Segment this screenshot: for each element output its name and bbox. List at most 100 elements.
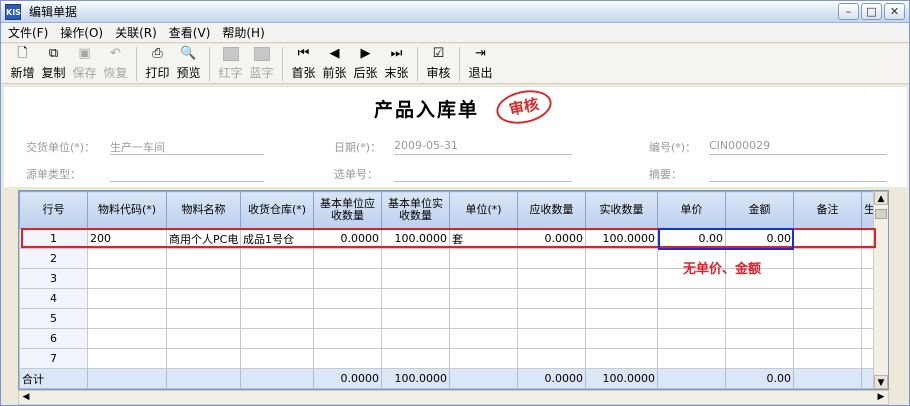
table-row[interactable]: 6 bbox=[19, 328, 875, 349]
audit-button[interactable]: ☑ 审核 bbox=[423, 44, 454, 82]
table-cell[interactable] bbox=[166, 368, 241, 389]
table-cell[interactable]: 0.00 bbox=[725, 228, 794, 249]
table-cell[interactable] bbox=[87, 248, 167, 269]
maximize-icon[interactable]: □ bbox=[861, 3, 882, 20]
scroll-up-icon[interactable]: ▲ bbox=[874, 191, 888, 205]
last-record-button[interactable]: ⏭ 末张 bbox=[381, 44, 412, 82]
minimize-icon[interactable]: – bbox=[838, 3, 859, 20]
table-cell[interactable] bbox=[166, 248, 241, 269]
table-cell[interactable]: 0.00 bbox=[657, 228, 726, 249]
vertical-scrollbar[interactable]: ▲ ▼ bbox=[873, 191, 888, 389]
table-cell[interactable] bbox=[517, 348, 586, 369]
table-cell[interactable] bbox=[657, 328, 726, 349]
horizontal-scrollbar[interactable]: ◀ ▶ bbox=[18, 390, 889, 405]
table-cell[interactable] bbox=[725, 288, 794, 309]
preview-button[interactable]: 🔍 预览 bbox=[173, 44, 204, 82]
column-header[interactable]: 物料代码(*) bbox=[87, 191, 167, 229]
table-cell[interactable] bbox=[449, 288, 518, 309]
first-record-button[interactable]: ⏮ 首张 bbox=[288, 44, 319, 82]
table-cell[interactable] bbox=[87, 348, 167, 369]
column-header[interactable]: 单价 bbox=[657, 191, 726, 229]
table-cell[interactable] bbox=[725, 328, 794, 349]
table-cell[interactable] bbox=[449, 308, 518, 329]
table-cell[interactable] bbox=[240, 368, 314, 389]
summary-input[interactable] bbox=[709, 181, 887, 182]
table-cell[interactable]: 0.0000 bbox=[313, 368, 382, 389]
number-value[interactable]: CIN000029 bbox=[709, 139, 770, 152]
total-row[interactable]: 合计 0.0000 100.0000 0.0000 100.0000 0.00 bbox=[19, 368, 875, 389]
table-cell[interactable] bbox=[313, 288, 382, 309]
table-cell[interactable]: 成品1号仓 bbox=[240, 228, 314, 249]
table-cell[interactable] bbox=[657, 288, 726, 309]
table-cell[interactable] bbox=[793, 328, 862, 349]
table-cell[interactable] bbox=[240, 288, 314, 309]
column-header[interactable]: 应收数量 bbox=[517, 191, 586, 229]
table-cell[interactable] bbox=[240, 328, 314, 349]
table-cell[interactable] bbox=[517, 308, 586, 329]
table-row[interactable]: 4 bbox=[19, 288, 875, 309]
table-cell[interactable] bbox=[381, 248, 450, 269]
select-number-input[interactable] bbox=[394, 181, 572, 182]
table-cell[interactable] bbox=[517, 248, 586, 269]
table-cell[interactable] bbox=[240, 268, 314, 289]
table-cell[interactable] bbox=[585, 288, 658, 309]
table-cell[interactable] bbox=[87, 368, 167, 389]
table-cell[interactable] bbox=[517, 288, 586, 309]
new-button[interactable]: 🗋 新增 bbox=[7, 44, 38, 82]
table-cell[interactable] bbox=[381, 288, 450, 309]
table-row[interactable]: 5 bbox=[19, 308, 875, 329]
table-cell[interactable] bbox=[240, 348, 314, 369]
table-cell[interactable] bbox=[793, 268, 862, 289]
table-cell[interactable] bbox=[793, 248, 862, 269]
table-cell[interactable] bbox=[585, 268, 658, 289]
table-cell[interactable]: 套 bbox=[449, 228, 518, 249]
scroll-left-icon[interactable]: ◀ bbox=[19, 391, 33, 404]
menu-view[interactable]: 查看(V) bbox=[164, 24, 216, 41]
restore-button[interactable]: ↶ 恢复 bbox=[100, 44, 131, 82]
close-icon[interactable]: ✕ bbox=[884, 3, 905, 20]
delivery-unit-value[interactable]: 生产一车间 bbox=[110, 139, 165, 155]
table-cell[interactable]: 0.0000 bbox=[517, 368, 586, 389]
table-cell[interactable] bbox=[313, 308, 382, 329]
table-cell[interactable] bbox=[657, 308, 726, 329]
table-cell[interactable]: 100.0000 bbox=[381, 228, 450, 249]
table-cell[interactable] bbox=[657, 348, 726, 369]
table-cell[interactable] bbox=[517, 268, 586, 289]
table-cell[interactable]: 0.00 bbox=[725, 368, 794, 389]
table-cell[interactable] bbox=[585, 248, 658, 269]
table-cell[interactable]: 0.0000 bbox=[517, 228, 586, 249]
table-cell[interactable] bbox=[517, 328, 586, 349]
column-header[interactable]: 金额 bbox=[725, 191, 794, 229]
table-cell[interactable] bbox=[793, 228, 862, 249]
table-cell[interactable]: 100.0000 bbox=[585, 368, 658, 389]
table-cell[interactable] bbox=[381, 308, 450, 329]
table-cell[interactable] bbox=[449, 368, 518, 389]
table-cell[interactable] bbox=[313, 348, 382, 369]
blue-entry-button[interactable]: 蓝字 bbox=[246, 44, 277, 82]
next-record-button[interactable]: ▶ 后张 bbox=[350, 44, 381, 82]
column-header[interactable]: 收货仓库(*) bbox=[240, 191, 314, 229]
table-cell[interactable] bbox=[240, 248, 314, 269]
table-cell[interactable] bbox=[166, 288, 241, 309]
table-cell[interactable] bbox=[657, 368, 726, 389]
column-header[interactable]: 备注 bbox=[793, 191, 862, 229]
table-cell[interactable] bbox=[87, 328, 167, 349]
red-entry-button[interactable]: 红字 bbox=[215, 44, 246, 82]
table-cell[interactable] bbox=[87, 288, 167, 309]
table-row[interactable]: 1 200 商用个人PC电 成品1号仓 0.0000 100.0000 套 0.0000 100… bbox=[19, 228, 875, 249]
menu-relation[interactable]: 关联(R) bbox=[110, 24, 162, 41]
table-cell[interactable] bbox=[585, 308, 658, 329]
table-cell[interactable] bbox=[585, 348, 658, 369]
column-header[interactable]: 行号 bbox=[19, 191, 88, 229]
table-cell[interactable]: 100.0000 bbox=[585, 228, 658, 249]
table-cell[interactable] bbox=[449, 328, 518, 349]
table-cell[interactable] bbox=[166, 328, 241, 349]
table-cell[interactable] bbox=[381, 348, 450, 369]
save-button[interactable]: ▣ 保存 bbox=[69, 44, 100, 82]
menu-file[interactable]: 文件(F) bbox=[3, 24, 53, 41]
table-cell[interactable] bbox=[725, 348, 794, 369]
table-cell[interactable] bbox=[381, 268, 450, 289]
table-cell[interactable] bbox=[87, 308, 167, 329]
scroll-thumb[interactable] bbox=[875, 209, 887, 219]
date-value[interactable]: 2009-05-31 bbox=[394, 139, 458, 152]
